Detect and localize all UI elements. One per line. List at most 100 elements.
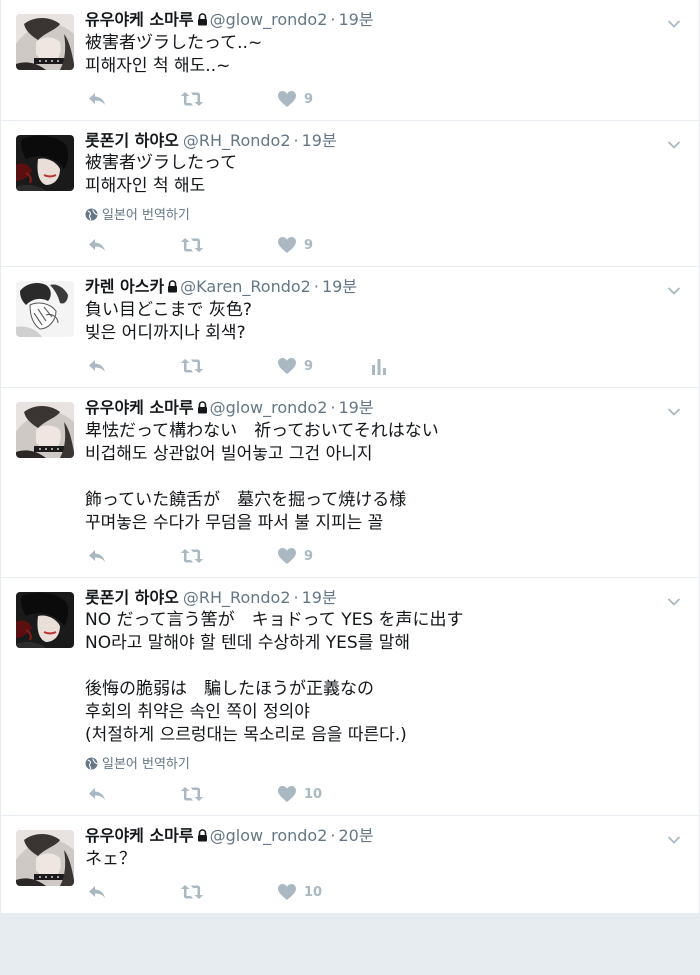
tweet-header: 카렌 아스카 @Karen_Rondo2 · 19분	[85, 277, 659, 298]
reply-icon[interactable]	[87, 883, 107, 901]
author-name[interactable]: 롯폰기 하야오	[85, 588, 179, 607]
retweet-icon[interactable]	[180, 547, 204, 565]
tweet[interactable]: 유우야케 소마루 @glow_rondo2 · 19분 卑怯だって構わない 祈っておいて…	[1, 388, 699, 578]
tweet[interactable]: 롯폰기 하야오 @RH_Rondo2 · 19분 NO だって言う筈が キョドって YE…	[1, 578, 699, 816]
reply-icon[interactable]	[87, 785, 107, 803]
tweet[interactable]: 롯폰기 하야오 @RH_Rondo2 · 19분 被害者ヅラしたって 피해자인 척 해도 일…	[1, 121, 699, 267]
author-name[interactable]: 롯폰기 하야오	[85, 131, 179, 150]
tweet-text-line: 後悔の脆弱は 騙したほうが正義なの	[85, 679, 374, 699]
avatar[interactable]	[16, 14, 74, 70]
chevron-down-icon[interactable]	[667, 281, 681, 300]
tweet-text-line: 피해자인 척 해도..~	[85, 56, 231, 76]
author-handle[interactable]: @glow_rondo2	[210, 398, 328, 417]
author-handle[interactable]: @RH_Rondo2	[183, 131, 291, 150]
author-handle[interactable]: @glow_rondo2	[210, 10, 328, 29]
separator-dot: ·	[293, 131, 299, 150]
tweet-text-line: (처절하게 으르렁대는 목소리로 음을 따른다.)	[85, 725, 407, 745]
avatar[interactable]	[16, 592, 74, 648]
reply-icon[interactable]	[87, 90, 107, 108]
author-handle[interactable]: @RH_Rondo2	[183, 588, 291, 607]
heart-icon	[277, 91, 297, 107]
retweet-icon[interactable]	[180, 785, 204, 803]
separator-dot: ·	[330, 398, 336, 417]
tweet[interactable]: 유우야케 소마루 @glow_rondo2 · 19분 被害者ヅラしたって..~ 피해자인…	[1, 0, 699, 121]
author-name[interactable]: 유우야케 소마루	[85, 398, 194, 417]
tweet-actions: 10	[85, 773, 659, 815]
tweet-header: 롯폰기 하야오 @RH_Rondo2 · 19분	[85, 588, 659, 608]
heart-icon	[277, 884, 297, 900]
like-count: 9	[304, 358, 314, 374]
chevron-down-icon[interactable]	[667, 402, 681, 421]
timestamp[interactable]: 20분	[338, 826, 373, 845]
analytics-icon[interactable]	[370, 357, 388, 375]
retweet-icon[interactable]	[180, 236, 204, 254]
avatar[interactable]	[16, 135, 74, 191]
tweet-text-line	[85, 466, 659, 489]
like-button[interactable]: 9	[277, 357, 313, 375]
translate-label: 일본어 번역하기	[102, 757, 190, 772]
lock-icon	[197, 399, 208, 419]
timestamp[interactable]: 19분	[302, 588, 337, 607]
like-count: 9	[304, 548, 314, 564]
like-button[interactable]: 10	[277, 785, 322, 803]
tweet-actions: 9	[85, 78, 659, 120]
tweet[interactable]: 카렌 아스카 @Karen_Rondo2 · 19분 負い目どこまで 灰色? 빚은 어디까…	[1, 267, 699, 388]
tweet-text-line: 飾っていた饒舌が 墓穴を掘って焼ける様	[85, 490, 407, 510]
tweet-text: 負い目どこまで 灰色? 빚은 어디까지나 회색?	[85, 299, 659, 345]
chevron-down-icon[interactable]	[667, 135, 681, 154]
reply-icon[interactable]	[87, 547, 107, 565]
like-button[interactable]: 10	[277, 883, 322, 901]
heart-icon	[277, 237, 297, 253]
lock-icon	[197, 827, 208, 847]
translate-link[interactable]: 일본어 번역하기	[85, 208, 659, 224]
lock-icon	[197, 11, 208, 31]
tweet-text-line: 피해자인 척 해도	[85, 176, 206, 196]
tweet-actions: 9	[85, 224, 659, 266]
globe-icon	[85, 757, 102, 772]
like-button[interactable]: 9	[277, 90, 313, 108]
retweet-icon[interactable]	[180, 357, 204, 375]
timestamp[interactable]: 19분	[338, 398, 373, 417]
tweet-header: 롯폰기 하야오 @RH_Rondo2 · 19분	[85, 131, 659, 151]
tweet-actions: 9	[85, 345, 659, 387]
author-handle[interactable]: @Karen_Rondo2	[180, 277, 311, 296]
chevron-down-icon[interactable]	[667, 830, 681, 849]
author-name[interactable]: 유우야케 소마루	[85, 10, 194, 29]
tweet-text-line: 卑怯だって構わない 祈っておいてそれはない	[85, 421, 439, 441]
lock-icon	[167, 278, 178, 298]
tweet-text-line: 빚은 어디까지나 회색?	[85, 323, 246, 343]
timestamp[interactable]: 19분	[338, 10, 373, 29]
translate-link[interactable]: 일본어 번역하기	[85, 757, 659, 773]
like-count: 10	[304, 884, 323, 900]
avatar[interactable]	[16, 402, 74, 458]
author-name[interactable]: 카렌 아스카	[85, 277, 164, 296]
retweet-icon[interactable]	[180, 90, 204, 108]
separator-dot: ·	[313, 277, 319, 296]
retweet-icon[interactable]	[180, 883, 204, 901]
chevron-down-icon[interactable]	[667, 14, 681, 33]
reply-icon[interactable]	[87, 357, 107, 375]
like-button[interactable]: 9	[277, 547, 313, 565]
like-button[interactable]: 9	[277, 236, 313, 254]
tweet-text-line: NO だって言う筈が キョドって YES を声に出す	[85, 610, 464, 630]
tweet[interactable]: 유우야케 소마루 @glow_rondo2 · 20분 ネェ？ 10	[1, 816, 699, 914]
avatar[interactable]	[16, 830, 74, 886]
timestamp[interactable]: 19분	[322, 277, 357, 296]
tweet-text-line: 꾸며놓은 수다가 무덤을 파서 불 지피는 꼴	[85, 513, 384, 533]
author-name[interactable]: 유우야케 소마루	[85, 826, 194, 845]
like-count: 9	[304, 237, 314, 253]
chevron-down-icon[interactable]	[667, 592, 681, 611]
separator-dot: ·	[293, 588, 299, 607]
tweet-header: 유우야케 소마루 @glow_rondo2 · 19분	[85, 398, 659, 419]
tweet-actions: 10	[85, 871, 659, 913]
heart-icon	[277, 358, 297, 374]
tweet-header: 유우야케 소마루 @glow_rondo2 · 19분	[85, 10, 659, 31]
timestamp[interactable]: 19분	[302, 131, 337, 150]
avatar[interactable]	[16, 281, 74, 337]
heart-icon	[277, 548, 297, 564]
timeline: 유우야케 소마루 @glow_rondo2 · 19분 被害者ヅラしたって..~ 피해자인…	[0, 0, 700, 914]
author-handle[interactable]: @glow_rondo2	[210, 826, 328, 845]
tweet-text: NO だって言う筈が キョドって YES を声に出す NO라고 말해야 할 텐데 …	[85, 609, 659, 747]
tweet-text: 卑怯だって構わない 祈っておいてそれはない 비겁해도 상관없어 빌어놓고 그건 아…	[85, 420, 659, 535]
reply-icon[interactable]	[87, 236, 107, 254]
